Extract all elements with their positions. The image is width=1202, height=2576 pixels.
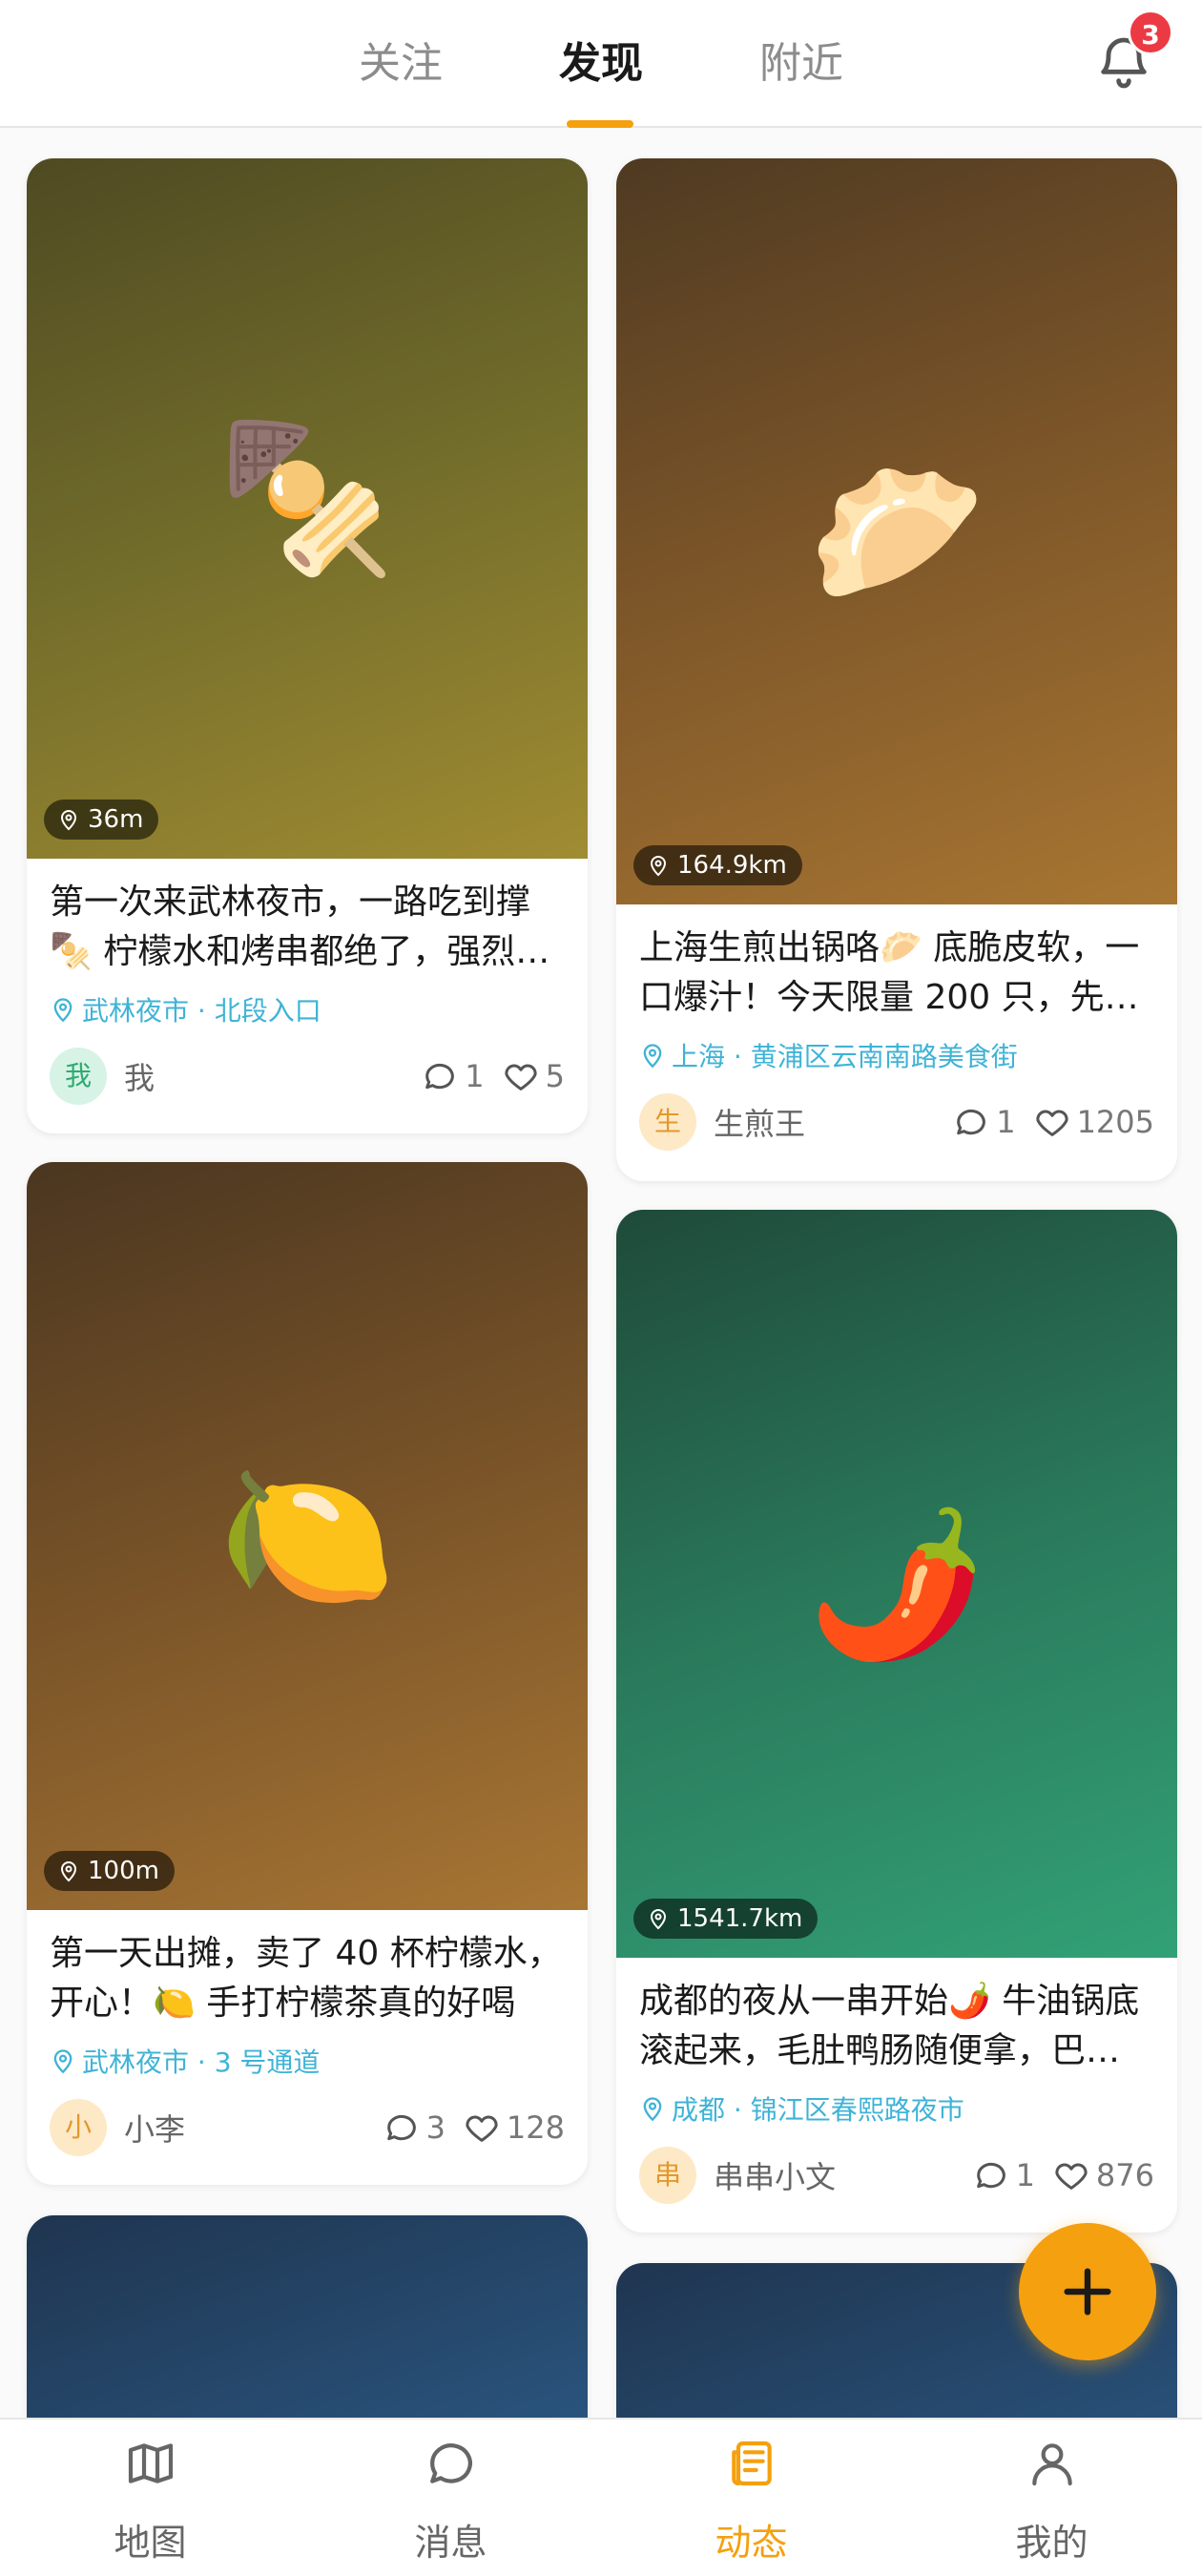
tab-discover[interactable]: 发现 — [525, 29, 677, 90]
like-count[interactable]: 876 — [1052, 2156, 1154, 2194]
comment-icon — [386, 2114, 416, 2141]
feed-icon — [732, 2441, 772, 2486]
plus-icon — [1064, 2268, 1111, 2316]
distance-text: 36m — [88, 805, 144, 834]
comment-count[interactable]: 3 — [383, 2109, 446, 2147]
distance-text: 100m — [88, 1857, 159, 1885]
post-emoji: 🍢 — [218, 416, 397, 582]
nav-messages[interactable]: 消息 — [300, 2420, 601, 2576]
distance-text: 164.9km — [677, 851, 787, 880]
comment-icon — [976, 2162, 1005, 2189]
location-pin-icon — [53, 998, 73, 1023]
avatar[interactable]: 我 — [50, 1048, 107, 1105]
tab-nearby[interactable]: 附近 — [725, 29, 878, 90]
post-card[interactable]: 🌶️ 1541.7km 成都的夜从一串开始🌶️ 牛油锅底滚起来，毛肚鸭肠随便拿，… — [616, 1210, 1177, 2233]
post-location[interactable]: 成都 · 锦江区春熙路夜市 — [639, 2089, 1154, 2128]
location-pin-icon — [643, 2097, 662, 2122]
post-image: 🥟 164.9km — [616, 158, 1177, 904]
location-pin-icon — [643, 1044, 662, 1069]
profile-icon — [1032, 2443, 1072, 2486]
nav-feed[interactable]: 动态 — [601, 2420, 902, 2576]
post-title: 第一天出摊，卖了 40 杯柠檬水，开心！🍋 手打柠檬茶真的好喝 — [50, 1934, 562, 2023]
author-name[interactable]: 小李 — [124, 2106, 365, 2150]
nav-profile[interactable]: 我的 — [902, 2420, 1202, 2576]
post-card[interactable]: 🥟 164.9km 上海生煎出锅咯🥟 底脆皮软，一口爆汁！今天限量 200 只，… — [616, 158, 1177, 1181]
tab-following[interactable]: 关注 — [324, 29, 477, 90]
post-card[interactable]: 🍋 100m 第一天出摊，卖了 40 杯柠檬水，开心！🍋 手打柠檬茶真的好喝 武… — [27, 1162, 588, 2185]
nav-label: 消息 — [414, 2522, 487, 2564]
post-image: 🍋 100m — [27, 1162, 588, 1910]
comment-count[interactable]: 1 — [952, 1103, 1016, 1141]
bottom-navigation: 地图 消息 动态 我的 — [0, 2418, 1202, 2576]
post-title: 第一次来武林夜市，一路吃到撑🍢 柠檬水和烤串都绝了，强烈推荐 — [50, 883, 550, 971]
post-meta: 串 串串小文 1 876 — [639, 2145, 1154, 2206]
post-meta: 小 小李 3 128 — [50, 2097, 565, 2158]
like-count[interactable]: 5 — [502, 1057, 565, 1095]
comment-count[interactable]: 1 — [972, 2156, 1035, 2194]
active-tab-indicator — [567, 120, 633, 128]
location-text: 武林夜市 · 北段入口 — [82, 995, 321, 1027]
author-name[interactable]: 我 — [124, 1054, 404, 1098]
post-location[interactable]: 武林夜市 · 北段入口 — [50, 990, 565, 1028]
post-emoji: 🍋 — [218, 1454, 397, 1620]
comment-icon — [957, 1109, 986, 1135]
post-meta: 我 我 1 5 — [50, 1046, 565, 1107]
post-title: 成都的夜从一串开始🌶️ 牛油锅底滚起来，毛肚鸭肠随便拿，巴适得很 — [639, 1982, 1154, 2070]
post-location[interactable]: 上海 · 黄浦区云南南路美食街 — [639, 1036, 1154, 1074]
location-pin-icon — [650, 1909, 667, 1930]
author-name[interactable]: 串串小文 — [714, 2153, 955, 2197]
post-emoji: 🌶️ — [807, 1502, 986, 1668]
distance-badge: 100m — [44, 1851, 175, 1891]
location-text: 武林夜市 · 3 号通道 — [82, 2046, 321, 2078]
comment-count[interactable]: 1 — [421, 1057, 485, 1095]
avatar[interactable]: 小 — [50, 2099, 107, 2156]
post-location[interactable]: 武林夜市 · 3 号通道 — [50, 2042, 565, 2080]
heart-icon — [505, 1064, 537, 1091]
distance-text: 1541.7km — [677, 1904, 803, 1933]
message-icon — [430, 2443, 472, 2483]
location-text: 上海 · 黄浦区云南南路美食街 — [672, 1041, 1018, 1072]
nav-label: 地图 — [114, 2522, 187, 2564]
location-pin-icon — [53, 2049, 73, 2074]
post-image: 🍢 36m — [27, 158, 588, 859]
post-title: 上海生煎出锅咯🥟 底脆皮软，一口爆汁！今天限量 200 只，先到先得 — [639, 928, 1140, 1017]
post-card[interactable]: 🍢 36m 第一次来武林夜市，一路吃到撑🍢 柠檬水和烤串都绝了，强烈推荐 武林夜… — [27, 158, 588, 1133]
map-icon — [128, 2443, 174, 2483]
nav-label: 动态 — [715, 2522, 788, 2564]
location-pin-icon — [650, 856, 667, 877]
location-pin-icon — [60, 1861, 77, 1882]
like-count[interactable]: 128 — [463, 2109, 565, 2147]
nav-map[interactable]: 地图 — [0, 2420, 300, 2576]
post-image: 🌶️ 1541.7km — [616, 1210, 1177, 1958]
avatar[interactable]: 串 — [639, 2147, 696, 2204]
create-post-button[interactable] — [1019, 2223, 1156, 2360]
notification-badge: 3 — [1128, 10, 1173, 55]
like-count[interactable]: 1205 — [1033, 1103, 1154, 1141]
comment-icon — [425, 1063, 455, 1090]
heart-icon — [1036, 1110, 1068, 1136]
post-emoji: 🥟 — [807, 450, 986, 616]
heart-icon — [1055, 2163, 1088, 2190]
distance-badge: 1541.7km — [633, 1899, 819, 1939]
nav-label: 我的 — [1015, 2522, 1088, 2564]
location-pin-icon — [60, 810, 77, 831]
location-text: 成都 · 锦江区春熙路夜市 — [672, 2094, 964, 2126]
heart-icon — [466, 2115, 498, 2142]
distance-badge: 164.9km — [633, 845, 802, 885]
top-tab-bar: 关注 发现 附近 3 — [0, 0, 1202, 128]
avatar[interactable]: 生 — [639, 1093, 696, 1151]
post-meta: 生 生煎王 1 1205 — [639, 1091, 1154, 1153]
author-name[interactable]: 生煎王 — [714, 1100, 935, 1144]
distance-badge: 36m — [44, 800, 159, 840]
